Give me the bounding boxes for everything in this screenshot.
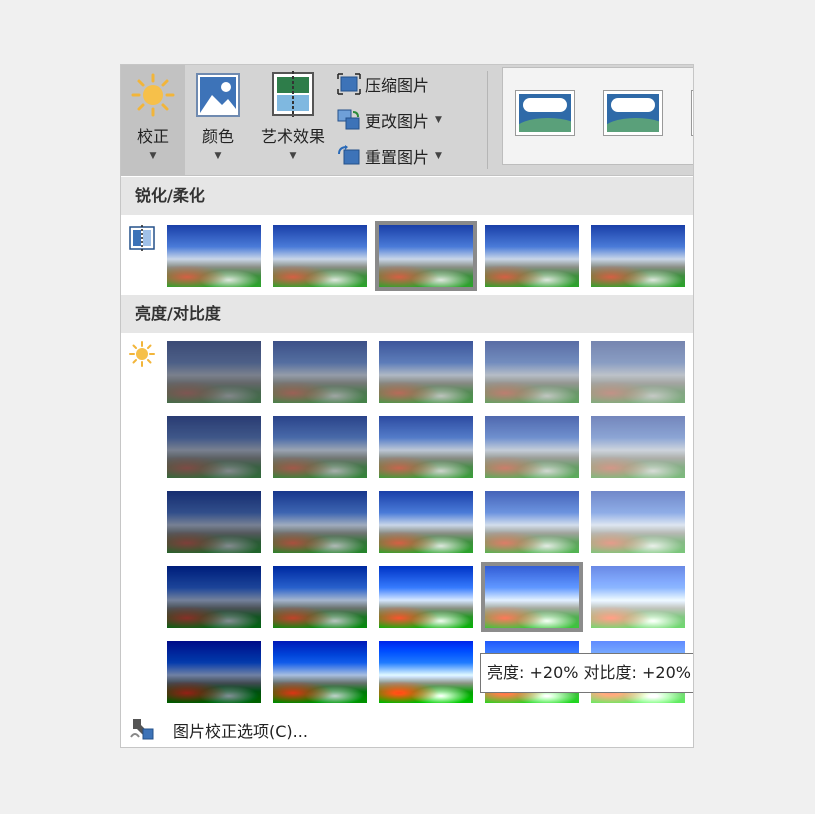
brightness-contrast-preset-thumbnail[interactable] [379,341,473,403]
brightness-contrast-preset-thumbnail[interactable] [167,566,261,628]
reset-picture-label: 重置图片 [365,148,430,167]
corrections-label: 校正 [136,127,169,146]
preset-tooltip: 亮度: +20% 对比度: +20% [480,653,693,693]
brightness-contrast-preset-thumbnail[interactable] [167,641,261,703]
sharpen-preset-thumbnail[interactable] [167,225,261,287]
sharpen-preset-thumbnail[interactable] [375,221,477,291]
options-icon [130,719,154,740]
brightness-contrast-preset-thumbnail[interactable] [379,566,473,628]
brightness-contrast-preset-thumbnail[interactable] [167,416,261,478]
brightness-contrast-preset-thumbnail[interactable] [273,641,367,703]
chevron-down-icon: ▼ [214,151,222,161]
change-picture-icon [337,109,360,130]
compress-pictures-button[interactable]: 压缩图片 [337,71,485,97]
brightness-icon [129,341,155,367]
corrections-dropdown-panel: 校正 ▼ 颜色 ▼ 艺术效果 ▼ 压缩图片 更改图片 ▼ 重置图片 ▼ 锐化/柔… [120,64,694,748]
picture-tools-ribbon: 校正 ▼ 颜色 ▼ 艺术效果 ▼ 压缩图片 更改图片 ▼ 重置图片 ▼ [121,65,693,176]
brightness-contrast-preset-thumbnail[interactable] [273,341,367,403]
brightness-contrast-preset-thumbnail[interactable] [485,491,579,553]
compress-pictures-label: 压缩图片 [365,76,430,95]
brightness-contrast-preset-thumbnail[interactable] [273,566,367,628]
brightness-contrast-preset-thumbnail[interactable] [485,416,579,478]
picture-style-item[interactable] [603,90,663,136]
chevron-down-icon: ▼ [289,151,297,161]
brightness-contrast-preset-thumbnail[interactable] [591,491,685,553]
brightness-contrast-header: 亮度/对比度 [121,295,693,333]
brightness-contrast-preset-thumbnail[interactable] [485,341,579,403]
sharpen-soften-header: 锐化/柔化 [121,177,693,215]
corrections-button[interactable]: 校正 ▼ [121,65,185,175]
sharpen-preset-thumbnail[interactable] [273,225,367,287]
sharpen-icon [129,225,155,251]
brightness-contrast-preset-thumbnail[interactable] [481,562,583,632]
picture-color-icon [196,73,240,117]
brightness-contrast-preset-thumbnail[interactable] [591,416,685,478]
reset-picture-icon [338,145,360,165]
brightness-contrast-preset-thumbnail[interactable] [273,416,367,478]
brightness-contrast-preset-thumbnail[interactable] [591,566,685,628]
brightness-contrast-preset-thumbnail[interactable] [379,491,473,553]
chevron-down-icon: ▼ [435,151,442,161]
artistic-effects-label: 艺术效果 [260,127,325,146]
color-button[interactable]: 颜色 ▼ [185,65,251,175]
artistic-effects-button[interactable]: 艺术效果 ▼ [251,65,335,175]
picture-style-item[interactable] [515,90,575,136]
ribbon-separator [487,71,488,169]
brightness-contrast-preset-thumbnail[interactable] [273,491,367,553]
color-label: 颜色 [201,127,234,146]
change-picture-label: 更改图片 [365,112,430,131]
art-effects-icon [272,71,314,117]
brightness-contrast-preset-thumbnail[interactable] [379,416,473,478]
chevron-down-icon: ▼ [435,115,442,125]
reset-picture-button[interactable]: 重置图片 ▼ [337,143,485,169]
sun-icon [131,73,175,117]
chevron-down-icon: ▼ [149,151,157,161]
sharpen-preset-thumbnail[interactable] [591,225,685,287]
picture-style-item[interactable] [691,90,693,136]
brightness-contrast-preset-thumbnail[interactable] [167,491,261,553]
brightness-contrast-preset-thumbnail[interactable] [379,641,473,703]
sharpen-preset-thumbnail[interactable] [485,225,579,287]
picture-corrections-options-label: 图片校正选项(C)... [173,722,308,741]
picture-corrections-options[interactable]: 图片校正选项(C)... [121,709,693,747]
change-picture-button[interactable]: 更改图片 ▼ [337,107,485,133]
compress-icon [337,73,361,95]
picture-styles-gallery [502,67,693,165]
brightness-contrast-preset-thumbnail[interactable] [167,341,261,403]
brightness-contrast-preset-thumbnail[interactable] [591,341,685,403]
